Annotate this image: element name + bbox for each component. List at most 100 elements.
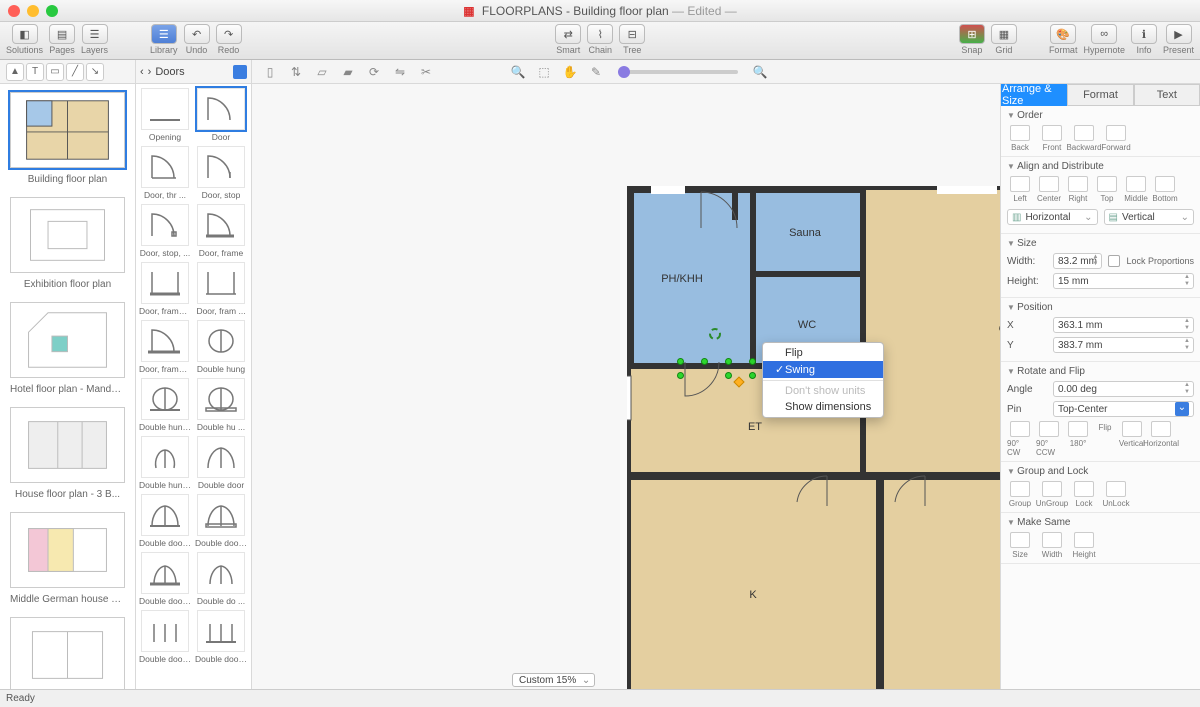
library-shape[interactable] bbox=[141, 378, 189, 420]
library-shape[interactable] bbox=[141, 146, 189, 188]
lock-button[interactable]: Lock bbox=[1071, 481, 1097, 508]
flip-tool[interactable]: ⇋ bbox=[390, 63, 410, 81]
library-shape[interactable] bbox=[141, 552, 189, 594]
library-shape[interactable] bbox=[141, 436, 189, 478]
align-center-button[interactable]: Center bbox=[1036, 176, 1062, 203]
grid-button[interactable]: ▦ bbox=[991, 24, 1017, 44]
ungroup-tool[interactable]: ▰ bbox=[338, 63, 358, 81]
section-group[interactable]: Group and Lock bbox=[1007, 466, 1194, 477]
zoom-out-button[interactable]: 🔍 bbox=[508, 63, 528, 81]
distribute-horizontal-select[interactable]: ▥Horizontal⌄ bbox=[1007, 209, 1098, 225]
page-thumbnail[interactable] bbox=[10, 302, 125, 378]
library-shape[interactable] bbox=[197, 320, 245, 362]
tree-button[interactable]: ⊟ bbox=[619, 24, 645, 44]
order-backward-button[interactable]: Backward bbox=[1071, 125, 1097, 152]
page-thumbnail[interactable] bbox=[10, 92, 125, 168]
smart-button[interactable]: ⇄ bbox=[555, 24, 581, 44]
section-align[interactable]: Align and Distribute bbox=[1007, 161, 1194, 172]
hand-tool[interactable]: ✋ bbox=[560, 63, 580, 81]
section-makesame[interactable]: Make Same bbox=[1007, 517, 1194, 528]
eyedropper-tool[interactable]: ✎ bbox=[586, 63, 606, 81]
position-y-input[interactable]: 383.7 mm▲▼ bbox=[1053, 337, 1194, 353]
zoom-in-button[interactable]: 🔍 bbox=[750, 63, 770, 81]
library-shape[interactable] bbox=[197, 436, 245, 478]
present-button[interactable]: ▶ bbox=[1166, 24, 1192, 44]
menu-item-dont-show-units[interactable]: Don't show units bbox=[763, 383, 883, 399]
same-width-button[interactable]: Width bbox=[1039, 532, 1065, 559]
menu-item-flip[interactable]: Flip bbox=[763, 345, 883, 361]
order-front-button[interactable]: Front bbox=[1039, 125, 1065, 152]
library-shape[interactable] bbox=[197, 494, 245, 536]
group-button[interactable]: Group bbox=[1007, 481, 1033, 508]
section-order[interactable]: Order bbox=[1007, 110, 1194, 121]
page-thumbnail[interactable] bbox=[10, 197, 125, 273]
angle-input[interactable]: 0.00 deg▲▼ bbox=[1053, 381, 1194, 397]
format-panel-button[interactable]: 🎨 bbox=[1050, 24, 1076, 44]
rotate-ccw-button[interactable]: 90° CCW bbox=[1036, 421, 1062, 457]
library-shape[interactable] bbox=[197, 146, 245, 188]
height-input[interactable]: 15 mm▲▼ bbox=[1053, 273, 1194, 289]
canvas-area[interactable]: Sauna PH/KHH WC OH ET K MH Flip ✓Swi bbox=[252, 84, 1000, 689]
library-shape[interactable] bbox=[197, 262, 245, 304]
info-button[interactable]: ℹ bbox=[1131, 24, 1157, 44]
zoom-fit-button[interactable]: ⬚ bbox=[534, 63, 554, 81]
page-thumbnail[interactable] bbox=[10, 512, 125, 588]
lock-proportions-checkbox[interactable] bbox=[1108, 255, 1120, 267]
zoom-level-combo[interactable]: Custom 15%⌄ bbox=[512, 673, 595, 687]
menu-item-swing[interactable]: ✓Swing bbox=[763, 361, 883, 378]
same-size-button[interactable]: Size bbox=[1007, 532, 1033, 559]
rect-tool[interactable]: ▭ bbox=[46, 63, 64, 81]
align-top-button[interactable]: Top bbox=[1094, 176, 1120, 203]
flip-horizontal-button[interactable]: Horizontal bbox=[1148, 421, 1174, 457]
library-shape[interactable] bbox=[141, 320, 189, 362]
lib-back-button[interactable]: ‹ bbox=[140, 66, 144, 78]
text-tool[interactable]: T bbox=[26, 63, 44, 81]
zoom-slider[interactable] bbox=[618, 70, 738, 74]
tab-text[interactable]: Text bbox=[1134, 84, 1200, 106]
flip-vertical-button[interactable]: Vertical bbox=[1119, 421, 1145, 457]
crop-tool[interactable]: ✂ bbox=[416, 63, 436, 81]
library-shape[interactable] bbox=[141, 610, 189, 652]
rotate-cw-button[interactable]: 90° CW bbox=[1007, 421, 1033, 457]
redo-button[interactable]: ↷ bbox=[216, 24, 242, 44]
align-left-tool[interactable]: ▯ bbox=[260, 63, 280, 81]
page-thumbnail[interactable] bbox=[10, 617, 125, 689]
ungroup-button[interactable]: UnGroup bbox=[1039, 481, 1065, 508]
distribute-vertical-select[interactable]: ▤Vertical⌄ bbox=[1104, 209, 1195, 225]
snap-button[interactable]: ⊞ bbox=[959, 24, 985, 44]
section-position[interactable]: Position bbox=[1007, 302, 1194, 313]
connector-tool[interactable]: ↘ bbox=[86, 63, 104, 81]
page-thumbnail[interactable] bbox=[10, 407, 125, 483]
library-shape[interactable] bbox=[197, 204, 245, 246]
unlock-button[interactable]: UnLock bbox=[1103, 481, 1129, 508]
pin-select[interactable]: Top-Center⌄ bbox=[1053, 401, 1194, 417]
width-input[interactable]: 83.2 mm▲▼ bbox=[1053, 253, 1102, 269]
line-tool[interactable]: ╱ bbox=[66, 63, 84, 81]
rotate-180-button[interactable]: 180° bbox=[1065, 421, 1091, 457]
library-button[interactable]: ☰ bbox=[151, 24, 177, 44]
distribute-tool[interactable]: ⇅ bbox=[286, 63, 306, 81]
floor-plan-drawing[interactable]: Sauna PH/KHH WC OH ET K MH bbox=[627, 186, 1000, 689]
lib-forward-button[interactable]: › bbox=[148, 66, 152, 78]
align-middle-button[interactable]: Middle bbox=[1123, 176, 1149, 203]
align-bottom-button[interactable]: Bottom bbox=[1152, 176, 1178, 203]
chain-button[interactable]: ⌇ bbox=[587, 24, 613, 44]
section-size[interactable]: Size bbox=[1007, 238, 1194, 249]
library-shape[interactable] bbox=[141, 204, 189, 246]
position-x-input[interactable]: 363.1 mm▲▼ bbox=[1053, 317, 1194, 333]
hypernote-button[interactable]: ∞ bbox=[1091, 24, 1117, 44]
library-shape[interactable] bbox=[141, 262, 189, 304]
library-shape[interactable] bbox=[197, 552, 245, 594]
align-left-button[interactable]: Left bbox=[1007, 176, 1033, 203]
rotate-tool[interactable]: ⟳ bbox=[364, 63, 384, 81]
pointer-tool[interactable]: ▲ bbox=[6, 63, 24, 81]
undo-button[interactable]: ↶ bbox=[184, 24, 210, 44]
menu-item-show-dimensions[interactable]: Show dimensions bbox=[763, 399, 883, 415]
section-rotate[interactable]: Rotate and Flip bbox=[1007, 366, 1194, 377]
tab-format[interactable]: Format bbox=[1067, 84, 1133, 106]
solutions-button[interactable]: ◧ bbox=[12, 24, 38, 44]
library-shape[interactable] bbox=[197, 378, 245, 420]
layers-button[interactable]: ☰ bbox=[82, 24, 108, 44]
library-shape[interactable] bbox=[141, 88, 189, 130]
group-tool[interactable]: ▱ bbox=[312, 63, 332, 81]
